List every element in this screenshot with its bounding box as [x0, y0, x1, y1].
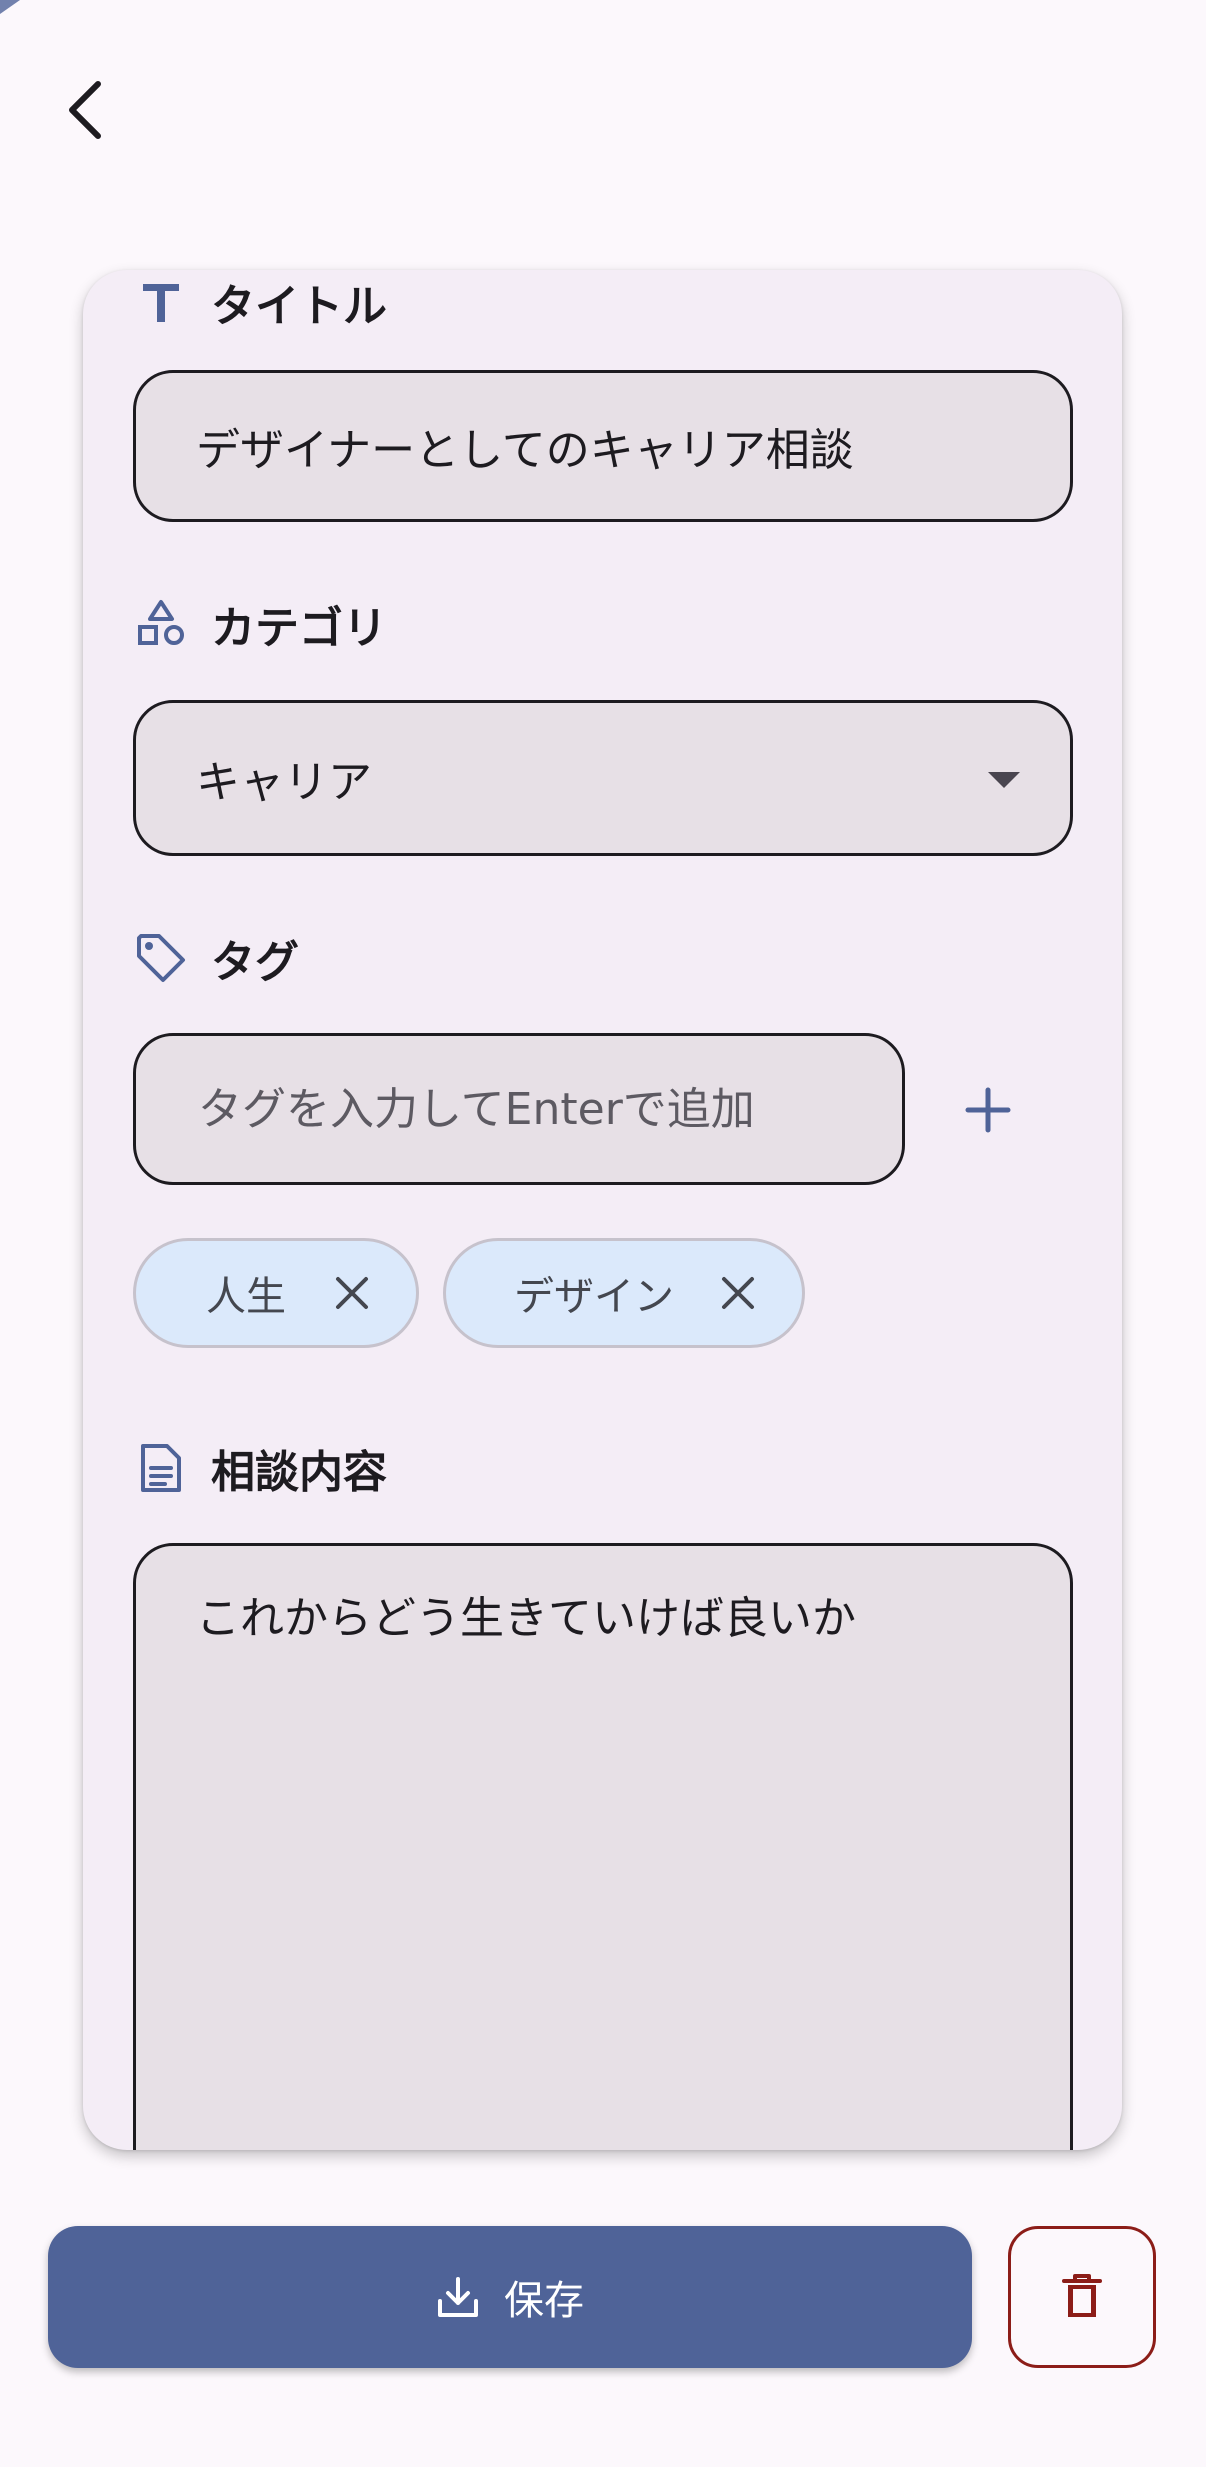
remove-tag-button[interactable]	[708, 1263, 768, 1323]
title-label: タイトル	[211, 281, 387, 332]
add-tag-button[interactable]	[948, 1070, 1028, 1150]
consultation-form-card: タイトル デザイナーとしてのキャリア相談 カテゴリ キャリア タグ タグを入力し…	[83, 270, 1122, 2150]
back-button[interactable]	[50, 75, 120, 145]
title-value[interactable]: デザイナーとしてのキャリア相談	[196, 414, 854, 478]
close-icon	[336, 1277, 368, 1309]
category-label: カテゴリ	[211, 603, 387, 654]
document-icon	[133, 1440, 189, 1496]
delete-button[interactable]	[1008, 2226, 1156, 2368]
text-t-icon	[133, 274, 189, 330]
tag-icon	[133, 930, 189, 986]
close-icon	[722, 1277, 754, 1309]
title-section-label: タイトル	[133, 270, 387, 334]
trash-icon	[1062, 2274, 1102, 2317]
dropdown-arrow-icon	[988, 772, 1020, 788]
category-selected-value: キャリア	[196, 757, 372, 808]
category-section-label: カテゴリ	[133, 592, 387, 656]
content-section-label: 相談内容	[133, 1436, 387, 1500]
category-select[interactable]: キャリア	[133, 700, 1073, 856]
title-field[interactable]: デザイナーとしてのキャリア相談	[133, 370, 1073, 522]
plus-icon	[965, 1087, 1011, 1133]
tag-input[interactable]	[196, 1082, 842, 1136]
tags-label: タグ	[211, 937, 299, 988]
tags-section-label: タグ	[133, 926, 299, 990]
corner-decoration	[0, 0, 20, 14]
remove-tag-button[interactable]	[322, 1263, 382, 1323]
content-value[interactable]: これからどう生きていけば良いか	[196, 1593, 856, 1644]
tag-chip[interactable]: デザイン	[443, 1238, 805, 1348]
tag-chip-label: デザイン	[514, 1274, 674, 1320]
tag-input-field[interactable]	[133, 1033, 905, 1185]
content-label: 相談内容	[211, 1447, 387, 1498]
content-textarea[interactable]: これからどう生きていけば良いか	[133, 1543, 1073, 2150]
tag-chip-label: 人生	[206, 1274, 286, 1320]
chevron-left-icon	[69, 81, 101, 139]
save-button-label: 保存	[504, 2278, 584, 2324]
tag-chip[interactable]: 人生	[133, 1238, 419, 1348]
download-icon	[438, 2277, 478, 2317]
save-button[interactable]: 保存	[48, 2226, 972, 2368]
shapes-icon	[133, 596, 189, 652]
